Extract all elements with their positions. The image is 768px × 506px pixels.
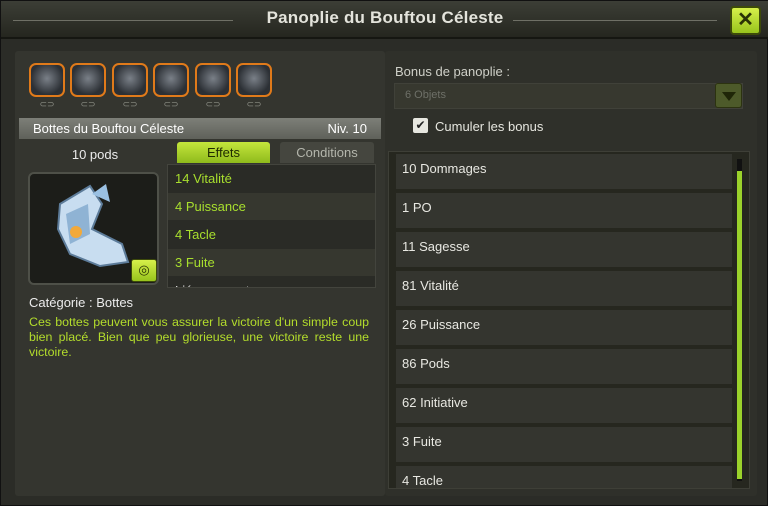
scrollbar-thumb[interactable]: [737, 171, 742, 479]
effect-row: 14 Vitalité: [168, 165, 375, 193]
list-item: 26 Puissance: [396, 310, 732, 345]
effects-list[interactable]: 14 Vitalité 4 Puissance 4 Tacle 3 Fuite …: [167, 164, 376, 288]
list-item: 81 Vitalité: [396, 271, 732, 306]
item-info-button[interactable]: ◎: [131, 259, 157, 282]
item-header: Bottes du Bouftou Céleste Niv. 10: [19, 118, 381, 139]
link-icon: ⊂⊃: [122, 99, 138, 109]
list-item: 3 Fuite: [396, 427, 732, 462]
dropdown-value: 6 Objets: [405, 89, 446, 101]
slot-cape-icon[interactable]: [70, 63, 106, 97]
effect-row: 3 Fuite: [168, 249, 375, 277]
list-item: 10 Dommages: [396, 154, 732, 189]
list-item: 11 Sagesse: [396, 232, 732, 267]
item-pods: 10 pods: [71, 147, 119, 162]
tab-effects[interactable]: Effets: [177, 142, 270, 163]
link-icon: ⊂⊃: [80, 99, 96, 109]
bonus-list[interactable]: 10 Dommages 1 PO 11 Sagesse 81 Vitalité …: [388, 151, 750, 489]
list-item: 62 Initiative: [396, 388, 732, 423]
link-icon: ⊂⊃: [39, 99, 55, 109]
link-icon: ⊂⊃: [163, 99, 179, 109]
item-image: ◎: [28, 172, 159, 285]
item-description: Ces bottes peuvent vous assurer la victo…: [29, 315, 369, 359]
effect-row: 4 Puissance: [168, 193, 375, 221]
slot-ring-icon[interactable]: [236, 63, 272, 97]
cumulate-checkbox[interactable]: ✔: [413, 118, 428, 133]
item-category: Catégorie : Bottes: [29, 295, 134, 310]
title-bar[interactable]: Panoplie du Bouftou Céleste ✕: [1, 1, 768, 39]
bonus-scrollbar[interactable]: [737, 159, 742, 481]
item-name: Bottes du Bouftou Céleste: [33, 121, 185, 136]
item-count-dropdown[interactable]: 6 Objets: [394, 83, 743, 109]
tab-conditions[interactable]: Conditions: [280, 142, 374, 163]
link-icon: ⊂⊃: [246, 99, 262, 109]
chevron-down-icon[interactable]: [715, 83, 742, 108]
effect-row: 4 Tacle: [168, 221, 375, 249]
list-item: 4 Tacle: [396, 466, 732, 488]
list-item: 1 PO: [396, 193, 732, 228]
close-button[interactable]: ✕: [730, 6, 761, 35]
set-window: Panoplie du Bouftou Céleste ✕ ⊂⊃ ⊂⊃ ⊂⊃ ⊂…: [0, 0, 768, 506]
window-title: Panoplie du Bouftou Céleste: [266, 8, 504, 27]
slot-amulet-icon[interactable]: [153, 63, 189, 97]
link-icon: ⊂⊃: [205, 99, 221, 109]
slot-helmet-icon[interactable]: [29, 63, 65, 97]
set-bonus-label: Bonus de panoplie :: [395, 64, 510, 79]
slot-boots-icon[interactable]: [195, 63, 231, 97]
slot-belt-icon[interactable]: [112, 63, 148, 97]
cumulate-label[interactable]: Cumuler les bonus: [435, 119, 543, 134]
item-level: Niv. 10: [327, 121, 368, 136]
list-item: 86 Pods: [396, 349, 732, 384]
effect-row: Lié au compte: [168, 277, 375, 287]
